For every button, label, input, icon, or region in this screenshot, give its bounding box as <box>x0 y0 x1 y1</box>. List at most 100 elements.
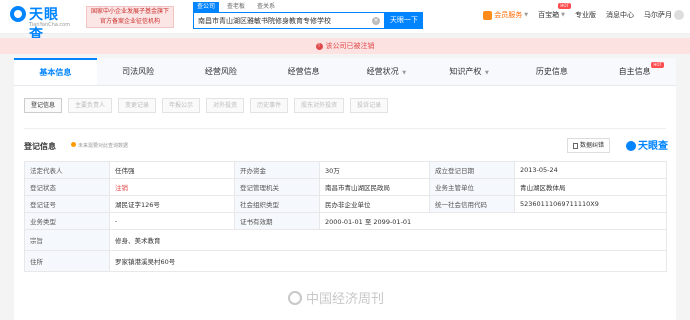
deregistered-alert: ! 该公司已被注销 <box>0 38 690 54</box>
hot-badge: HOT <box>558 3 571 9</box>
table-row: 住所 罗家镇港溪吴村60号 <box>24 250 667 272</box>
value-purpose: 修身、美术教育 <box>109 229 667 251</box>
label-supervisor: 业务主管单位 <box>429 178 515 196</box>
section-note-text: 未来需要对此查询数据 <box>78 143 129 149</box>
watermark-text: 中国经济周刊 <box>306 292 385 307</box>
brand-text: 天眼查 <box>638 141 668 152</box>
subtab-principal[interactable]: 主要负责人 <box>68 98 113 113</box>
label-org-type: 社会组织类型 <box>234 195 320 213</box>
tab-judicial-risk[interactable]: 司法风险 <box>97 58 180 85</box>
top-bar: 天眼查 TianYanCha.com 国家中小企业发展子基金旗下 官方备案企业征… <box>0 0 690 43</box>
label-legal-rep: 法定代表人 <box>24 161 110 179</box>
chevron-down-icon: ▼ <box>524 12 529 18</box>
value-status: 注销 <box>109 178 235 196</box>
search-tab-boss[interactable]: 查老板 <box>223 2 249 12</box>
search-tab-company[interactable]: 查公司 <box>193 2 220 12</box>
search-tab-relation[interactable]: 查关系 <box>253 2 279 12</box>
watermark-logo-icon <box>288 290 302 305</box>
nav-vip-label: 会员服务 <box>494 11 523 19</box>
registration-info-table: 法定代表人 任伟强 开办资金 30万 成立登记日期 2013-05-24 登记状… <box>24 161 667 272</box>
subtab-investment[interactable]: 对外投资 <box>206 98 245 113</box>
top-nav: 会员服务 ▼ 百宝箱 ▼ HOT 专业版 消息中心 马尔萨月 <box>483 3 684 20</box>
subtab-registration[interactable]: 登记信息 <box>24 98 63 113</box>
label-authority: 登记管理机关 <box>234 178 320 196</box>
search-box: × <box>193 12 385 29</box>
nav-toolbox-label: 百宝箱 <box>538 11 560 19</box>
chevron-down-icon: ▼ <box>400 70 407 76</box>
chevron-down-icon: ▼ <box>483 70 489 76</box>
value-credit-code: 52360111069711110X9 <box>514 195 667 213</box>
warning-icon: ! <box>315 42 323 50</box>
table-row: 宗旨 修身、美术教育 <box>24 229 667 251</box>
table-row: 登记状态 注销 登记管理机关 南昌市青山湖区民政局 业务主管单位 青山湖区教体局 <box>24 178 667 196</box>
tab-basic-info[interactable]: 基本信息 <box>14 58 97 85</box>
label-business-type: 业务类型 <box>24 212 110 230</box>
chevron-down-icon: ▼ <box>561 12 565 18</box>
user-name: 马尔萨月 <box>644 11 672 19</box>
nav-user[interactable]: 马尔萨月 <box>644 10 684 20</box>
label-status: 登记状态 <box>24 178 110 196</box>
nav-toolbox[interactable]: 百宝箱 ▼ HOT <box>538 3 571 20</box>
tab-history[interactable]: 历史信息 <box>511 58 594 85</box>
logo-subtext: TianYanCha.com <box>29 22 71 28</box>
section-note: 未来需要对此查询数据 <box>71 142 128 149</box>
nav-pro[interactable]: 专业版 <box>575 10 596 20</box>
clear-icon[interactable]: × <box>372 17 380 25</box>
watermark: 中国经济周刊 <box>288 288 384 307</box>
brand-logo: 天眼查 <box>626 137 668 152</box>
value-founded-date: 2013-05-24 <box>514 161 667 179</box>
tab-operating-status[interactable]: 经营状况 ▼ <box>345 58 428 85</box>
value-authority: 南昌市青山湖区民政局 <box>319 178 430 196</box>
tab-operating-info[interactable]: 经营信息 <box>262 58 345 85</box>
site-logo[interactable]: 天眼查 TianYanCha.com <box>10 4 72 43</box>
logo-eye-icon <box>10 6 26 22</box>
value-org-type: 民办非企业单位 <box>319 195 430 213</box>
section-title: 登记信息 <box>24 142 56 151</box>
subtab-shareholder-investment[interactable]: 股东对外投资 <box>294 98 345 113</box>
value-address: 罗家镇港溪吴村60号 <box>109 250 667 272</box>
label-cert-no: 登记证号 <box>24 195 110 213</box>
value-cert-no: 湖民证字126号 <box>109 195 235 213</box>
logo-eye-icon <box>626 141 636 151</box>
nav-messages[interactable]: 消息中心 <box>606 10 634 20</box>
table-row: 登记证号 湖民证字126号 社会组织类型 民办非企业单位 统一社会信用代码 52… <box>24 195 667 213</box>
subtab-complaints[interactable]: 投诉记录 <box>350 98 389 113</box>
sub-tabs: 登记信息 主要负责人 变更记录 年报公示 对外投资 历史事件 股东对外投资 投诉… <box>24 98 389 113</box>
table-row: 法定代表人 任伟强 开办资金 30万 成立登记日期 2013-05-24 <box>24 161 667 179</box>
label-purpose: 宗旨 <box>24 229 110 251</box>
certification-banner: 国家中小企业发展子基金旗下 官方备案企业征信机构 <box>86 6 174 28</box>
label-credit-code: 统一社会信用代码 <box>429 195 515 213</box>
search-type-tabs: 查公司 查老板 查关系 <box>193 2 279 12</box>
main-tabs: 基本信息 司法风险 经营风险 经营信息 经营状况 ▼ 知识产权 ▼ 历史信息 自… <box>14 58 676 86</box>
tab-operating-status-label: 经营状况 <box>366 67 399 76</box>
banner-line-2: 官方备案企业征信机构 <box>99 18 160 25</box>
tab-ip-label: 知识产权 <box>449 67 482 76</box>
label-capital: 开办资金 <box>234 161 320 179</box>
nav-vip-service[interactable]: 会员服务 ▼ <box>483 10 528 20</box>
value-capital: 30万 <box>319 161 430 179</box>
subtab-changes[interactable]: 变更记录 <box>118 98 157 113</box>
tab-operating-risk[interactable]: 经营风险 <box>180 58 263 85</box>
data-correction-label: 数据纠错 <box>580 142 605 149</box>
data-correction-button[interactable]: 数据纠错 <box>567 138 611 153</box>
search-button[interactable]: 天眼一下 <box>385 12 423 29</box>
subtab-annual-report[interactable]: 年报公示 <box>162 98 201 113</box>
table-row: 业务类型 - 证书有效期 2000-01-01 至 2099-01-01 <box>24 212 667 230</box>
subtab-history-events[interactable]: 历史事件 <box>250 98 289 113</box>
value-legal-rep[interactable]: 任伟强 <box>109 161 235 179</box>
tab-self-info[interactable]: 自主信息 HOT <box>593 58 676 85</box>
value-business-type: - <box>109 212 235 230</box>
document-icon <box>573 142 578 149</box>
hot-badge: HOT <box>651 62 664 68</box>
value-supervisor: 青山湖区教体局 <box>514 178 667 196</box>
label-address: 住所 <box>24 250 110 272</box>
tab-self-info-label: 自主信息 <box>618 67 651 76</box>
value-cert-validity: 2000-01-01 至 2099-01-01 <box>319 212 667 230</box>
company-detail-card: 基本信息 司法风险 经营风险 经营信息 经营状况 ▼ 知识产权 ▼ 历史信息 自… <box>14 58 676 320</box>
alert-text: 该公司已被注销 <box>325 42 375 50</box>
divider <box>24 128 666 129</box>
search-input[interactable] <box>198 13 368 28</box>
label-cert-validity: 证书有效期 <box>234 212 320 230</box>
label-founded-date: 成立登记日期 <box>429 161 515 179</box>
tab-ip[interactable]: 知识产权 ▼ <box>428 58 511 85</box>
